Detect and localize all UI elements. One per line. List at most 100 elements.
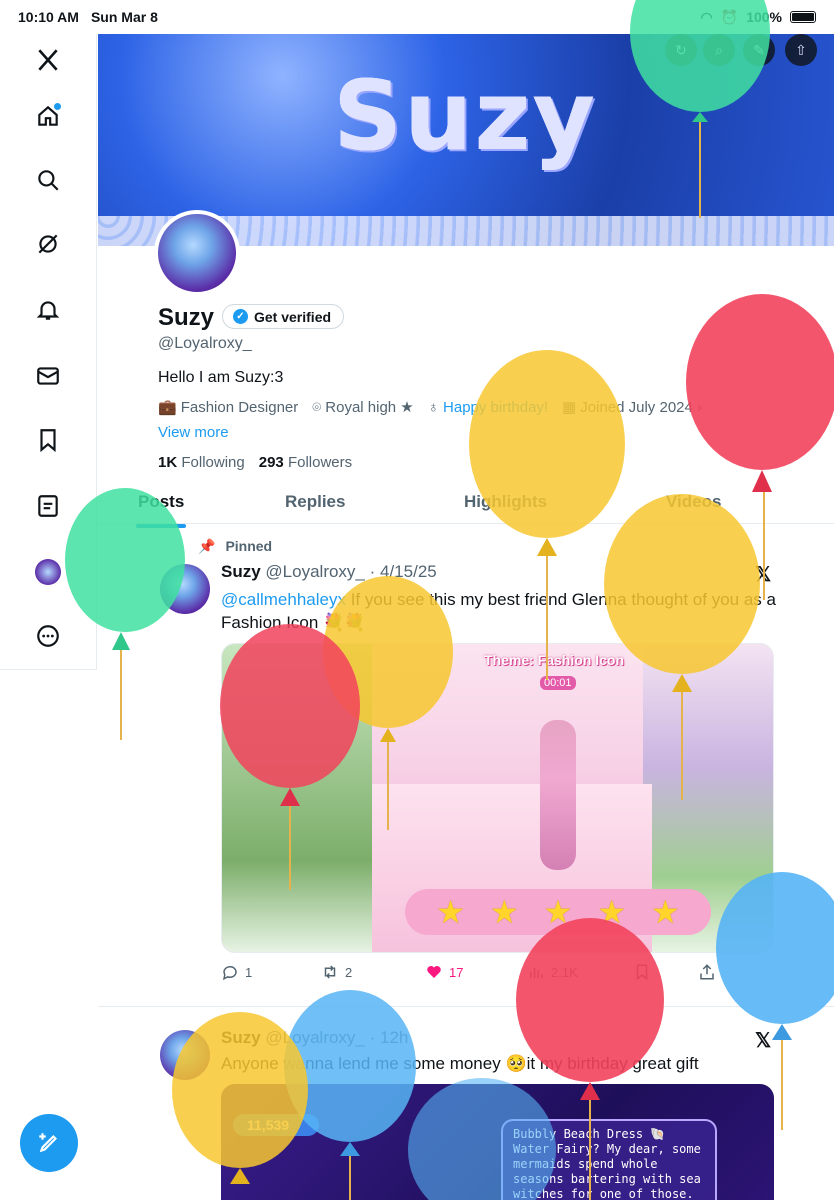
bookmark-icon[interactable] (28, 420, 68, 460)
banner-text: Suzy (333, 60, 597, 172)
star-icon[interactable]: ★ (597, 893, 626, 931)
reply-icon (222, 966, 237, 981)
profile-bio: Hello I am Suzy:3 (158, 369, 284, 386)
pinned-label: 📌 Pinned (198, 538, 272, 555)
profile-meta: 💼 Fashion Designer ⌾ Royal high ★ ♁ Happy b… (158, 398, 702, 417)
balloon-icon: ♁ (427, 398, 440, 416)
profession-text: Fashion Designer (180, 399, 299, 416)
tweet-media-image[interactable]: 11,539 Bubbly Beach Dress 🐚 Water Fairy?… (221, 1084, 774, 1200)
view-count: 2.1K (551, 964, 578, 980)
tweet-divider (98, 1006, 834, 1007)
x-logo-icon[interactable] (28, 40, 68, 80)
following-link[interactable]: 1K Following (158, 454, 245, 471)
repost-button[interactable]: 2 (321, 963, 352, 981)
following-label: Following (181, 454, 245, 471)
tab-highlights[interactable]: Highlights (464, 492, 547, 512)
lists-icon[interactable] (28, 486, 68, 526)
like-button[interactable]: 17 (425, 963, 463, 981)
tweet-header: Suzy @Loyalroxy_ · 12h (221, 1028, 408, 1048)
wifi-icon: ◠ (700, 8, 713, 25)
profession-item: 💼 Fashion Designer (158, 398, 298, 416)
tweet-author-handle[interactable]: @Loyalroxy_ (265, 562, 364, 581)
battery-percent: 100% (746, 9, 782, 25)
like-count: 17 (449, 964, 464, 980)
followers-count: 293 (258, 454, 284, 471)
reply-count: 1 (245, 964, 253, 980)
alarm-icon: ⏰ (720, 8, 739, 25)
birthday-text[interactable]: Happy birthday! (443, 399, 548, 416)
tweet-header: Suzy @Loyalroxy_ · 4/15/25 (221, 562, 437, 582)
battery-icon (790, 11, 816, 23)
media-theme-label: Theme: Fashion Icon (484, 652, 625, 668)
search-icon[interactable]: ⌕ (703, 34, 735, 66)
calendar-icon: ▦ (562, 399, 577, 416)
tweet-time[interactable]: · 4/15/25 (370, 562, 437, 581)
tweet-avatar[interactable] (160, 564, 210, 614)
game-dialog-text: Bubbly Beach Dress 🐚 Water Fairy? My dea… (501, 1119, 717, 1200)
star-icon[interactable]: ★ (490, 893, 519, 931)
rating-stars: ★ ★ ★ ★ ★ (405, 889, 711, 935)
status-time: 10:10 AM (18, 9, 79, 25)
tweet-avatar[interactable] (160, 1030, 210, 1080)
mail-icon[interactable] (28, 356, 68, 396)
notification-dot (54, 103, 61, 110)
share-icon[interactable]: ⇧ (785, 34, 817, 66)
following-count: 1K (158, 454, 178, 471)
avatar-figure (540, 720, 576, 870)
repost-count: 2 (345, 964, 353, 980)
followers-label: Followers (287, 454, 353, 471)
location-icon: ⌾ (312, 399, 322, 416)
view-more-link[interactable]: View more (158, 424, 229, 441)
main-column: Suzy ↻ ⌕ ✎ ⇧ Suzy ✓ Get verified @Loyalr… (98, 34, 834, 1200)
grok-icon[interactable] (28, 224, 68, 264)
search-icon[interactable] (28, 160, 68, 200)
tweet-text: Anyone wanna lend me some money 🥺it my b… (221, 1054, 699, 1073)
star-icon[interactable]: ★ (651, 893, 680, 931)
star-icon[interactable]: ★ (436, 893, 465, 931)
tweet-author-name[interactable]: Suzy (221, 1028, 261, 1047)
tab-videos[interactable]: Videos (666, 492, 721, 512)
garden-trees (222, 644, 372, 952)
tweet-author-name[interactable]: Suzy (221, 562, 261, 581)
star-icon[interactable]: ★ (544, 893, 573, 931)
edit-icon[interactable]: ✎ (743, 34, 775, 66)
status-bar: 10:10 AM Sun Mar 8 ◠ ⏰ 100% (0, 0, 834, 34)
tab-replies[interactable]: Replies (285, 492, 345, 512)
pinned-text: Pinned (225, 538, 273, 554)
refresh-icon[interactable]: ↻ (665, 34, 697, 66)
sidebar-nav (0, 34, 97, 670)
pin-icon: 📌 (198, 538, 216, 554)
joined-text: Joined July 2024 (580, 399, 693, 416)
currency-count: 11,539 (233, 1114, 319, 1136)
views-button[interactable]: 2.1K (527, 963, 578, 981)
verified-badge-icon: ✓ (233, 309, 248, 324)
tab-posts[interactable]: Posts (135, 492, 187, 528)
profile-handle: @Loyalroxy_ (158, 335, 252, 352)
profile-avatar-icon[interactable] (28, 552, 68, 592)
location-text: Royal high ★ (325, 399, 414, 416)
bookmark-button[interactable] (633, 963, 651, 981)
followers-link[interactable]: 293 Followers (259, 454, 352, 471)
more-icon[interactable] (28, 616, 68, 656)
birthday-item: ♁ Happy birthday! (428, 399, 548, 416)
tweet-author-handle[interactable]: @Loyalroxy_ (265, 1028, 364, 1047)
compose-button[interactable] (20, 1114, 78, 1172)
reply-button[interactable]: 1 (221, 963, 252, 981)
profile-name: Suzy (158, 304, 215, 331)
bookmark-icon (636, 964, 648, 981)
share-button[interactable] (698, 963, 716, 981)
tweet-mention[interactable]: @callmehhaleyx (221, 590, 346, 609)
bell-icon[interactable] (28, 290, 68, 330)
follow-stats: 1K Following 293 Followers (158, 454, 352, 471)
share-icon (700, 964, 714, 980)
profile-avatar[interactable] (154, 210, 240, 296)
get-verified-button[interactable]: ✓ Get verified (222, 304, 345, 329)
x-logo-icon: 𝕏 (755, 564, 772, 586)
get-verified-label: Get verified (254, 308, 332, 325)
location-item: ⌾ Royal high ★ (312, 398, 414, 416)
briefcase-icon: 💼 (158, 399, 177, 416)
status-date: Sun Mar 8 (90, 9, 158, 25)
home-icon[interactable] (28, 96, 68, 136)
tweet-media-image[interactable]: Theme: Fashion Icon 00:01 ★ ★ ★ ★ ★ (221, 643, 774, 953)
tweet-time[interactable]: · 12h (370, 1028, 409, 1047)
